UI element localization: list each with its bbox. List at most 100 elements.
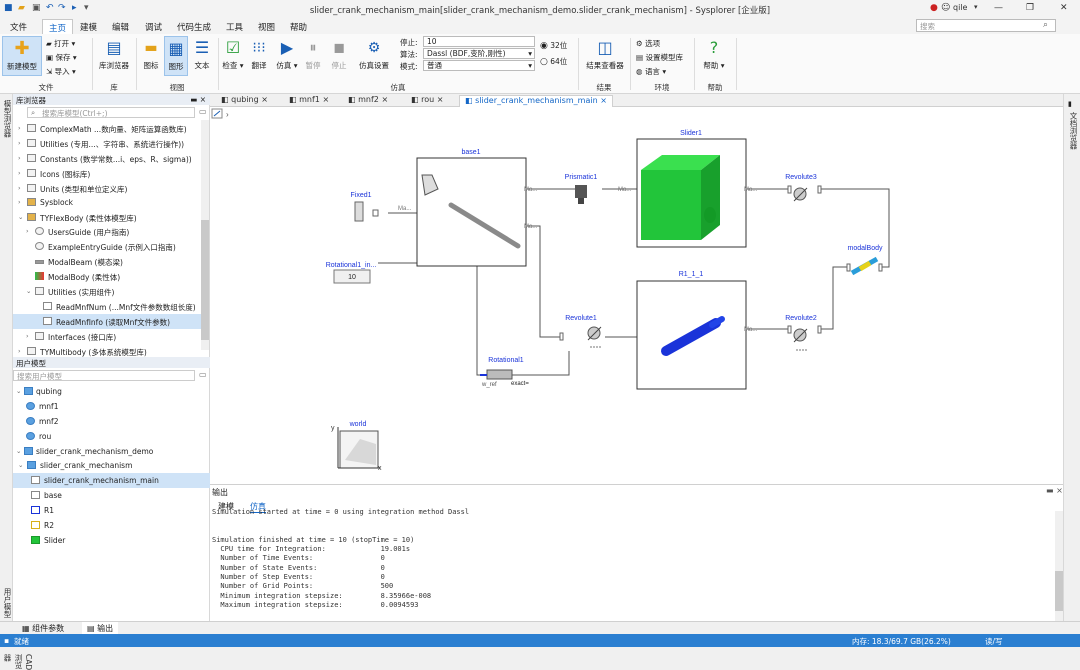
tree-item[interactable]: ⌄ slider_crank_mechanism_demo xyxy=(13,444,210,459)
user-search-input[interactable]: 搜索用户模型 xyxy=(13,370,195,381)
tree-item[interactable]: › Utilities (专用...、字符串、系统进行操作)) xyxy=(13,136,210,151)
component-base1[interactable]: base1 Ma... Ma... xyxy=(416,149,538,267)
help-button[interactable]: ? 帮助 ▾ xyxy=(700,38,728,71)
library-browser-button[interactable]: ▤ 库浏览器 xyxy=(96,38,132,71)
tree-item-selected[interactable]: slider_crank_mechanism_main xyxy=(13,473,210,488)
model-browser-tab[interactable]: 模型浏览器 xyxy=(2,100,13,138)
tree-item[interactable]: › Interfaces (接口库) xyxy=(13,329,210,344)
algorithm-select[interactable]: Dassl (BDF,变阶,刚性) ▾ xyxy=(423,48,535,59)
tab-mnf1[interactable]: ◧ mnf1 × xyxy=(284,95,334,107)
expand-icon[interactable]: › xyxy=(26,332,29,340)
panel-menu-icon[interactable]: ▬ × xyxy=(1046,486,1063,495)
minimize-icon[interactable]: — xyxy=(994,3,1003,13)
tree-item[interactable]: mnf1 xyxy=(13,399,210,414)
panel-menu-icon[interactable]: ▬ × xyxy=(190,95,206,104)
bit64-radio[interactable]: ○ 64位 xyxy=(540,56,567,67)
tab-rou[interactable]: ◧ rou × xyxy=(406,95,448,107)
tab-component-params[interactable]: ▦ 组件参数 xyxy=(22,623,64,634)
collapse-icon[interactable]: ▭ xyxy=(199,370,207,379)
close-icon[interactable]: × xyxy=(600,96,607,105)
component-rotational1-in[interactable]: Rotational1_in... 10 xyxy=(326,262,377,284)
text-view-button[interactable]: ☰ 文本 xyxy=(190,38,214,71)
translate-button[interactable]: ⁝⁝⁝ 翻译 xyxy=(248,38,270,71)
menu-tools[interactable]: 工具 xyxy=(226,21,243,33)
tree-item[interactable]: › Sysblock xyxy=(13,195,210,210)
component-fixed1[interactable]: Fixed1 Ma... xyxy=(350,192,412,222)
library-search-input[interactable]: 搜索库模型(Ctrl+;) ⌕ xyxy=(27,107,195,118)
new-model-button[interactable]: ✚ 新建模型 xyxy=(2,36,42,76)
tree-item[interactable]: › ComplexMath ...数向量、矩阵运算函数库) xyxy=(13,121,210,136)
tree-item[interactable]: ⌄ Utilities (实用组件) xyxy=(13,284,210,299)
menu-home[interactable]: 主页 xyxy=(42,19,74,34)
user-dropdown-icon[interactable]: ▾ xyxy=(974,3,978,11)
component-revolute3[interactable]: Revolute3 xyxy=(785,174,822,202)
simulation-settings-button[interactable]: ⚙ 仿真设置 xyxy=(354,38,394,71)
menu-file[interactable]: 文件 xyxy=(10,21,27,33)
icon-view-button[interactable]: ▬ 图标 xyxy=(140,38,162,71)
component-slider1[interactable]: Slider1 Ma... xyxy=(636,130,758,248)
tree-item[interactable]: ExampleEntryGuide (示例入口指南) xyxy=(13,239,210,254)
user-name[interactable]: qile xyxy=(953,3,967,12)
search-icon[interactable]: ⌕ xyxy=(1043,20,1048,30)
tree-item[interactable]: ⌄ qubing xyxy=(13,384,210,399)
cad-browser-tab[interactable]: CAD 浏览器 xyxy=(2,654,33,670)
output-scrollbar[interactable] xyxy=(1055,511,1063,621)
options-button[interactable]: ⚙ 选项 xyxy=(636,38,660,49)
close-icon[interactable]: × xyxy=(261,95,268,104)
tree-item[interactable]: ⌄ slider_crank_mechanism xyxy=(13,458,210,473)
menu-edit[interactable]: 编辑 xyxy=(112,21,129,33)
tree-item[interactable]: base xyxy=(13,488,210,503)
collapse-icon[interactable]: ▭ xyxy=(199,107,207,116)
diagram-view-button[interactable]: ▦ 图形 xyxy=(164,36,188,76)
import-button[interactable]: ⇲ 导入 ▾ xyxy=(46,66,76,77)
pause-button[interactable]: ⏸ 暂停 xyxy=(302,38,324,71)
component-world[interactable]: world y x xyxy=(331,421,382,472)
tree-item[interactable]: Slider xyxy=(13,533,210,548)
tree-item[interactable]: rou xyxy=(13,429,210,444)
menu-help[interactable]: 帮助 xyxy=(290,21,307,33)
tree-item[interactable]: mnf2 xyxy=(13,414,210,429)
tree-item[interactable]: › Constants (数学常数...i、eps、R、sigma)) xyxy=(13,151,210,166)
simulate-button[interactable]: ▶ 仿真 ▾ xyxy=(276,38,298,71)
tree-item[interactable]: ⌄ TYFlexBody (柔性体模型库) xyxy=(13,210,210,225)
expand-icon[interactable]: › xyxy=(18,139,21,147)
tree-item[interactable]: › Icons (图标库) xyxy=(13,166,210,181)
close-icon[interactable]: × xyxy=(381,95,388,104)
expand-icon[interactable]: › xyxy=(18,347,21,355)
stop-time-input[interactable]: 10 xyxy=(423,36,535,47)
open-button[interactable]: ▰ 打开 ▾ xyxy=(46,38,75,49)
check-button[interactable]: ☑ 检查 ▾ xyxy=(222,38,244,71)
user-account-icon[interactable]: ● xyxy=(930,3,938,13)
expand-icon[interactable]: › xyxy=(18,184,21,192)
expand-icon[interactable]: › xyxy=(18,198,21,206)
collapse-icon[interactable]: ⌄ xyxy=(18,461,23,469)
menu-modeling[interactable]: 建模 xyxy=(80,21,97,33)
tree-item[interactable]: › Units (类型和单位定义库) xyxy=(13,181,210,196)
user-model-tab[interactable]: 用户模型 xyxy=(2,588,13,618)
tab-qubing[interactable]: ◧ qubing × xyxy=(216,95,273,107)
tab-mnf2[interactable]: ◧ mnf2 × xyxy=(343,95,393,107)
canvas-toolbar-icon[interactable] xyxy=(211,108,223,119)
save-button[interactable]: ▣ 保存 ▾ xyxy=(46,52,77,63)
menu-codegen[interactable]: 代码生成 xyxy=(177,21,211,33)
expand-icon[interactable]: › xyxy=(26,227,29,235)
tree-item[interactable]: › UsersGuide (用户指南) xyxy=(13,224,210,239)
set-model-library-button[interactable]: ▤ 设置模型库 xyxy=(636,52,683,63)
expand-icon[interactable]: › xyxy=(18,124,21,132)
result-viewer-button[interactable]: ◫ 结果查看器 xyxy=(582,38,628,71)
tree-item[interactable]: ModalBody (柔性体) xyxy=(13,269,210,284)
menu-debug[interactable]: 调试 xyxy=(145,21,162,33)
maximize-icon[interactable]: ❐ xyxy=(1026,3,1034,13)
tree-item[interactable]: ReadMnfNum (...Mnf文件参数数组长度) xyxy=(13,299,210,314)
tree-item[interactable]: R2 xyxy=(13,518,210,533)
close-icon[interactable]: ✕ xyxy=(1060,3,1068,13)
menu-view[interactable]: 视图 xyxy=(258,21,275,33)
tree-item[interactable]: ModalBeam (模态梁) xyxy=(13,254,210,269)
tree-item[interactable]: R1 xyxy=(13,503,210,518)
component-modalbody[interactable]: modalBody xyxy=(846,245,883,276)
component-r1-1-1[interactable]: R1_1_1 Ma... xyxy=(636,271,758,390)
stop-button[interactable]: ◼ 停止 xyxy=(328,38,350,71)
pin-icon[interactable]: ▮ xyxy=(1068,100,1072,108)
bit32-radio[interactable]: ◉ 32位 xyxy=(540,40,567,51)
collapse-icon[interactable]: ⌄ xyxy=(16,447,21,455)
